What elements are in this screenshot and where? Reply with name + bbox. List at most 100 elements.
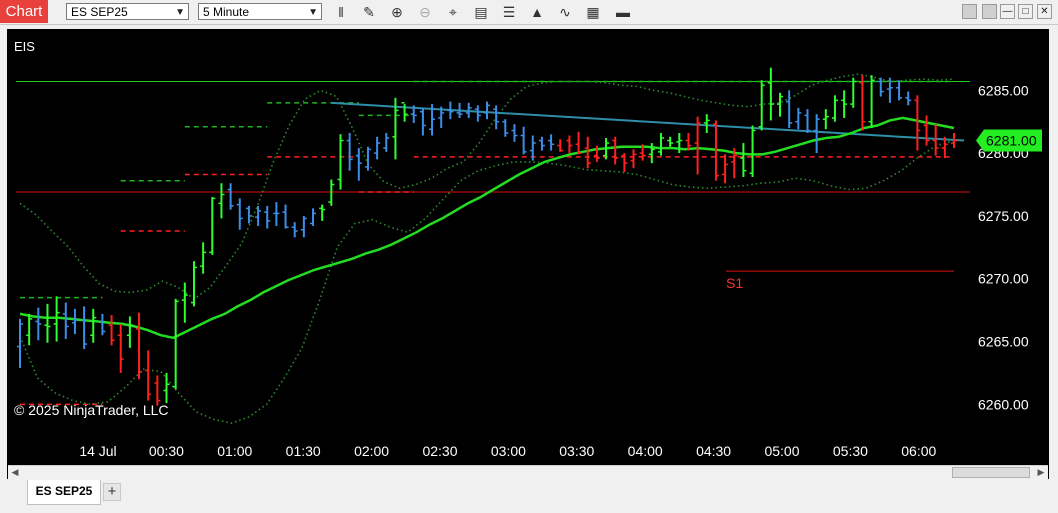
horizontal-scrollbar[interactable]: ◀ ▶ bbox=[8, 465, 1048, 479]
ohlc-bar[interactable] bbox=[337, 134, 344, 190]
ohlc-bar[interactable] bbox=[99, 313, 106, 336]
ohlc-bar[interactable] bbox=[877, 77, 884, 97]
ohlc-bar[interactable] bbox=[364, 146, 371, 171]
ohlc-bar[interactable] bbox=[575, 131, 582, 155]
ohlc-bar[interactable] bbox=[136, 312, 143, 380]
strategies-icon[interactable]: ∿ bbox=[556, 3, 574, 21]
ohlc-bar[interactable] bbox=[273, 202, 280, 226]
ohlc-bar[interactable] bbox=[190, 261, 197, 307]
properties-icon[interactable]: ☰ bbox=[500, 3, 518, 21]
ohlc-bar[interactable] bbox=[493, 105, 500, 130]
ohlc-bar[interactable] bbox=[777, 92, 784, 117]
minimize-button[interactable]: — bbox=[1000, 4, 1015, 19]
ohlc-bar[interactable] bbox=[163, 372, 170, 404]
ohlc-bar[interactable] bbox=[126, 316, 133, 348]
ohlc-bar[interactable] bbox=[255, 205, 262, 226]
window-icon[interactable] bbox=[982, 4, 997, 19]
ohlc-bar[interactable] bbox=[200, 242, 207, 274]
instrument-selector[interactable]: ES SEP25 ▼ bbox=[66, 3, 189, 20]
ohlc-bar[interactable] bbox=[767, 67, 774, 121]
scroll-thumb[interactable] bbox=[952, 467, 1030, 478]
ohlc-bar[interactable] bbox=[795, 107, 802, 130]
ohlc-bar[interactable] bbox=[62, 302, 69, 340]
scroll-right-icon[interactable]: ▶ bbox=[1034, 466, 1048, 479]
data-box-icon[interactable]: ▤ bbox=[472, 3, 490, 21]
ohlc-bar[interactable] bbox=[81, 306, 88, 350]
ohlc-bar[interactable] bbox=[896, 80, 903, 101]
ohlc-bar[interactable] bbox=[630, 149, 637, 169]
lower-bollinger-band[interactable] bbox=[19, 139, 955, 425]
ohlc-bar[interactable] bbox=[566, 135, 573, 154]
ohlc-bar[interactable] bbox=[703, 114, 710, 134]
ohlc-bar[interactable] bbox=[511, 124, 518, 142]
ohlc-bar[interactable] bbox=[841, 90, 848, 118]
ohlc-bar[interactable] bbox=[401, 102, 408, 122]
ohlc-bar[interactable] bbox=[264, 205, 271, 229]
ohlc-bar[interactable] bbox=[859, 75, 866, 131]
ohlc-bar[interactable] bbox=[905, 91, 912, 106]
ohlc-bar[interactable] bbox=[374, 136, 381, 160]
ohlc-bar[interactable] bbox=[923, 115, 930, 146]
ohlc-bar[interactable] bbox=[538, 136, 545, 151]
templates-icon[interactable]: ▦ bbox=[584, 3, 602, 21]
interval-selector[interactable]: 5 Minute ▼ bbox=[198, 3, 322, 20]
ohlc-bar[interactable] bbox=[667, 136, 674, 147]
bar-type-icon[interactable]: ‖ bbox=[332, 3, 350, 21]
maximize-button[interactable]: □ bbox=[1018, 4, 1033, 19]
zoom-out-icon[interactable]: ⊖ bbox=[416, 3, 434, 21]
ohlc-bar[interactable] bbox=[831, 95, 838, 122]
ohlc-bar[interactable] bbox=[218, 183, 225, 219]
ohlc-bar[interactable] bbox=[117, 323, 124, 373]
price-chart[interactable]: S1 bbox=[8, 30, 976, 437]
ohlc-bar[interactable] bbox=[90, 308, 97, 343]
ohlc-bar[interactable] bbox=[26, 313, 33, 346]
ohlc-bar[interactable] bbox=[44, 303, 51, 343]
indicators-icon[interactable]: ▲ bbox=[528, 3, 546, 21]
ohlc-bar[interactable] bbox=[383, 133, 390, 152]
minimize-icon[interactable] bbox=[962, 4, 977, 19]
ohlc-bar[interactable] bbox=[822, 109, 829, 130]
zoom-in-icon[interactable]: ⊕ bbox=[388, 3, 406, 21]
draw-pencil-icon[interactable]: ✎ bbox=[360, 3, 378, 21]
ohlc-bar[interactable] bbox=[548, 134, 555, 151]
ohlc-bar[interactable] bbox=[740, 143, 747, 177]
ohlc-bar[interactable] bbox=[346, 133, 353, 171]
ohlc-bar[interactable] bbox=[621, 153, 628, 172]
ohlc-bar[interactable] bbox=[291, 222, 298, 238]
ohlc-bar[interactable] bbox=[786, 90, 793, 128]
time-axis[interactable]: 14 Jul 00:30 01:00 01:30 02:00 02:30 03:00 03:3… bbox=[8, 437, 976, 465]
ohlc-bar[interactable] bbox=[35, 307, 42, 341]
ohlc-bar[interactable] bbox=[557, 139, 564, 152]
ohlc-bar[interactable] bbox=[71, 308, 78, 334]
ohlc-bar[interactable] bbox=[419, 107, 426, 136]
ohlc-bar[interactable] bbox=[310, 208, 317, 226]
ohlc-bar[interactable] bbox=[520, 126, 527, 155]
ohlc-bar[interactable] bbox=[657, 133, 664, 156]
ohlc-bar[interactable] bbox=[227, 183, 234, 210]
price-axis[interactable]: 6285.006280.006275.006270.006265.006260.… bbox=[976, 30, 1048, 437]
ohlc-bar[interactable] bbox=[181, 282, 188, 323]
ohlc-bar[interactable] bbox=[914, 95, 921, 151]
ohlc-bar[interactable] bbox=[172, 298, 179, 390]
scroll-left-icon[interactable]: ◀ bbox=[8, 466, 22, 479]
ohlc-bar[interactable] bbox=[17, 318, 23, 368]
overlay-icon[interactable]: ▬ bbox=[614, 3, 632, 21]
ohlc-bar[interactable] bbox=[282, 204, 289, 229]
ohlc-bar[interactable] bbox=[300, 215, 307, 238]
ohlc-bar[interactable] bbox=[612, 136, 619, 165]
ohlc-bar[interactable] bbox=[502, 119, 509, 137]
ohlc-bar[interactable] bbox=[813, 114, 820, 154]
crosshair-icon[interactable]: ⌖ bbox=[444, 3, 462, 21]
ohlc-bar[interactable] bbox=[484, 101, 490, 120]
tab-es-sep25[interactable]: ES SEP25 bbox=[27, 480, 101, 505]
close-button[interactable]: ✕ bbox=[1037, 4, 1052, 19]
moving-average-line[interactable] bbox=[19, 116, 955, 340]
ohlc-bar[interactable] bbox=[474, 105, 481, 122]
ohlc-bar[interactable] bbox=[108, 315, 115, 346]
ohlc-bar[interactable] bbox=[236, 198, 243, 230]
ohlc-bar[interactable] bbox=[749, 125, 756, 177]
ohlc-bar[interactable] bbox=[850, 77, 857, 108]
ohlc-bar[interactable] bbox=[145, 350, 152, 401]
ohlc-bar[interactable] bbox=[355, 148, 362, 181]
add-tab-icon[interactable]: + bbox=[103, 483, 121, 501]
